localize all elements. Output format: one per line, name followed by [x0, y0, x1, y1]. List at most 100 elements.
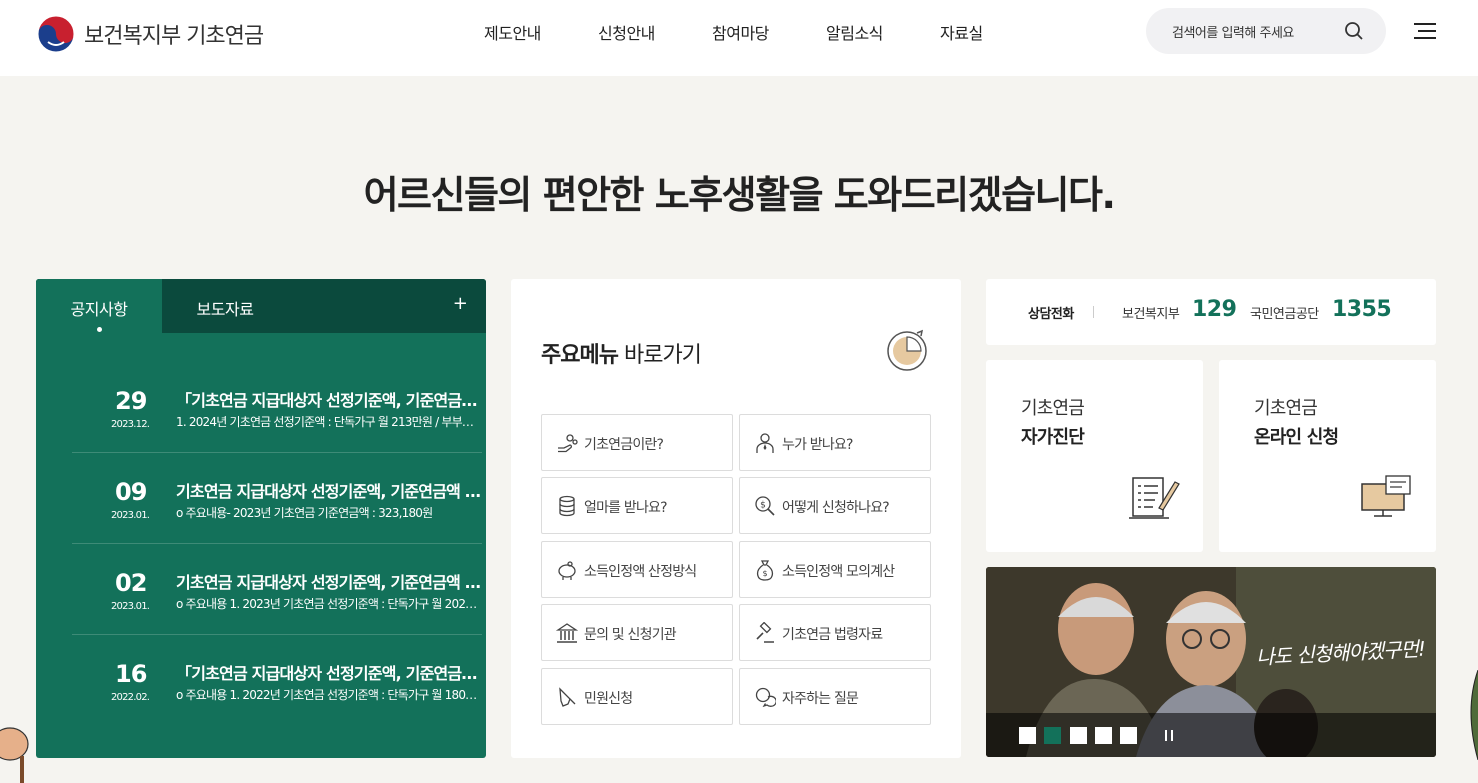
list-item[interactable]: 09 2023.01. 기초연금 지급대상자 선정기준액, 기준연금액 고시 개… — [72, 454, 482, 544]
tab-notice[interactable]: 공지사항 — [36, 279, 162, 333]
quick-btn-inquiry[interactable]: 문의 및 신청기관 — [541, 604, 733, 661]
quick-btn-label: 민원신청 — [584, 691, 633, 707]
quick-btn-label: 기초연금이란? — [584, 437, 664, 453]
svg-text:$: $ — [762, 569, 767, 578]
hero-prefix: 어르신들의 — [363, 173, 543, 217]
card-line2: 온라인 신청 — [1254, 427, 1339, 448]
money-bag-icon: $ — [756, 560, 774, 581]
logo-text: 보건복지부 기초연금 — [84, 24, 264, 49]
piggy-bank-icon — [558, 561, 576, 580]
svg-text:$: $ — [760, 501, 766, 511]
notice-day: 16 — [115, 660, 147, 688]
active-tab-dot — [97, 327, 102, 332]
notice-title: 기초연금 지급대상자 선정기준액, 기준연금액 고시 개정 알림 — [176, 482, 482, 501]
quick-btn-how[interactable]: $ 어떻게 신청하나요? — [739, 477, 931, 534]
quick-btn-amount[interactable]: 얼마를 받나요? — [541, 477, 733, 534]
phone-consult-box: 상담전화 보건복지부 129 국민연금공단 1355 — [986, 279, 1436, 345]
nav-item-system[interactable]: 제도안내 — [484, 20, 598, 44]
self-check-card[interactable]: 기초연금 자가진단 — [986, 360, 1203, 552]
quick-title-rest: 바로가기 — [617, 343, 702, 368]
nav-item-archive[interactable]: 자료실 — [940, 20, 1054, 44]
notice-date: 2022.02. — [111, 692, 150, 703]
quick-title-bold: 주요메뉴 — [541, 343, 619, 368]
notice-date: 2023.01. — [111, 510, 150, 521]
search-input[interactable]: 검색어를 입력해 주세요 — [1146, 8, 1386, 54]
divider — [1093, 306, 1094, 318]
notice-desc: o 주요내용- 2023년 기초연금 기준연금액 : 323,180원 — [176, 506, 433, 520]
card-line2: 자가진단 — [1021, 427, 1085, 448]
quick-btn-about[interactable]: 기초연금이란? — [541, 414, 733, 471]
building-icon — [556, 623, 578, 643]
nav-item-apply[interactable]: 신청안내 — [598, 20, 712, 44]
gavel-icon — [756, 622, 774, 643]
tab-notice-label: 공지사항 — [70, 300, 128, 319]
quick-btn-label: 소득인정액 산정방식 — [584, 564, 697, 580]
phone-number-mohw[interactable]: 129 — [1192, 297, 1237, 322]
slide-dot-4[interactable] — [1095, 727, 1112, 744]
slide-dot-2[interactable] — [1044, 727, 1061, 744]
quick-btn-income-calc[interactable]: $ 소득인정액 모의계산 — [739, 541, 931, 598]
quick-btn-label: 자주하는 질문 — [782, 691, 859, 707]
notice-day: 29 — [115, 387, 147, 415]
nav-item-news[interactable]: 알림소식 — [826, 20, 940, 44]
pen-icon — [559, 687, 576, 707]
slide-dot-1[interactable] — [1019, 727, 1036, 744]
quick-btn-faq[interactable]: 자주하는 질문 — [739, 668, 931, 725]
notice-desc: 1. 2024년 기초연금 선정기준액 : 단독가구 월 213만원 / 부부가… — [176, 415, 482, 429]
phone-org-mohw: 보건복지부 — [1122, 307, 1180, 322]
quick-btn-label: 기초연금 법령자료 — [782, 627, 883, 643]
notice-day: 02 — [115, 569, 147, 597]
card-line1: 기초연금 — [1254, 398, 1318, 419]
notice-title: 「기초연금 지급대상자 선정기준액, 기준연금액」고시 개정 알림 — [176, 391, 482, 410]
more-button[interactable]: + — [448, 279, 472, 333]
quick-btn-label: 어떻게 신청하나요? — [782, 500, 890, 516]
checklist-icon — [1129, 477, 1180, 519]
quick-btn-who[interactable]: 누가 받나요? — [739, 414, 931, 471]
list-item[interactable]: 02 2023.01. 기초연금 지급대상자 선정기준액, 기준연금액 고시 개… — [72, 545, 482, 635]
list-item[interactable]: 16 2022.02. 「기초연금 지급대상자 선정기준액, 기준연금액」고시 … — [72, 636, 482, 726]
search-placeholder: 검색어를 입력해 주세요 — [1172, 26, 1294, 41]
notice-panel: 공지사항 보도자료 + 29 2023.12. 「기초연금 지급대상자 선정기준… — [36, 279, 486, 758]
nav-item-participation[interactable]: 참여마당 — [712, 20, 826, 44]
hand-coins-icon — [558, 434, 578, 453]
notice-date: 2023.01. — [111, 601, 150, 612]
hero-suffix: 을 도와드리겠습니다. — [788, 173, 1116, 217]
tab-press-label: 보도자료 — [196, 300, 254, 319]
online-apply-card[interactable]: 기초연금 온라인 신청 — [1219, 360, 1436, 552]
notice-title: 기초연금 지급대상자 선정기준액, 기준연금액 고시 개정 알림 — [176, 573, 482, 592]
chat-icon — [755, 687, 776, 708]
quick-btn-label: 누가 받나요? — [782, 437, 853, 453]
quick-btn-civil[interactable]: 민원신청 — [541, 668, 733, 725]
search-icon[interactable] — [1344, 21, 1364, 41]
tab-press[interactable]: 보도자료 — [162, 279, 288, 333]
quick-btn-label: 얼마를 받나요? — [584, 500, 668, 516]
phone-number-nps[interactable]: 1355 — [1332, 297, 1392, 322]
quick-btn-label: 소득인정액 모의계산 — [782, 564, 895, 580]
main-nav: 제도안내 신청안내 참여마당 알림소식 자료실 — [484, 20, 1054, 44]
notice-desc: o 주요내용 1. 2023년 기초연금 선정기준액 : 단독가구 월 202만… — [176, 597, 482, 611]
notice-day: 09 — [115, 478, 147, 506]
quick-menu-title: 주요메뉴 바로가기 — [541, 337, 702, 369]
monitor-icon — [1361, 475, 1411, 517]
notice-desc: o 주요내용 1. 2022년 기초연금 선정기준액 : 단독가구 월 180만… — [176, 688, 482, 702]
quick-btn-income-method[interactable]: 소득인정액 산정방식 — [541, 541, 733, 598]
quick-btn-law[interactable]: 기초연금 법령자료 — [739, 604, 931, 661]
phone-org-nps: 국민연금공단 — [1250, 307, 1319, 322]
quick-menu-panel: 주요메뉴 바로가기 기초연금이란? 누가 받나요? 얼마를 받나요? $ 어떻게… — [511, 279, 961, 758]
hamburger-menu-icon[interactable] — [1414, 22, 1436, 40]
plant-illustration-icon — [1470, 670, 1478, 760]
person-icon — [756, 433, 774, 453]
phone-label: 상담전화 — [1028, 307, 1074, 322]
quick-btn-label: 문의 및 신청기관 — [584, 627, 677, 643]
slide-dot-5[interactable] — [1120, 727, 1137, 744]
pause-icon[interactable] — [1162, 727, 1176, 743]
slide-dot-3[interactable] — [1070, 727, 1087, 744]
promo-banner[interactable]: 나도 신청해야겠구먼! — [986, 567, 1436, 757]
hero-bold: 편안한 노후생활 — [542, 173, 790, 217]
search-coin-icon: $ — [755, 496, 775, 516]
logo[interactable]: 보건복지부 기초연금 — [36, 14, 264, 54]
notice-tabs: 공지사항 보도자료 + — [36, 279, 486, 333]
notice-title: 「기초연금 지급대상자 선정기준액, 기준연금액」고시 개정 알림 — [176, 664, 482, 683]
list-item[interactable]: 29 2023.12. 「기초연금 지급대상자 선정기준액, 기준연금액」고시 … — [72, 363, 482, 453]
card-line1: 기초연금 — [1021, 398, 1085, 419]
